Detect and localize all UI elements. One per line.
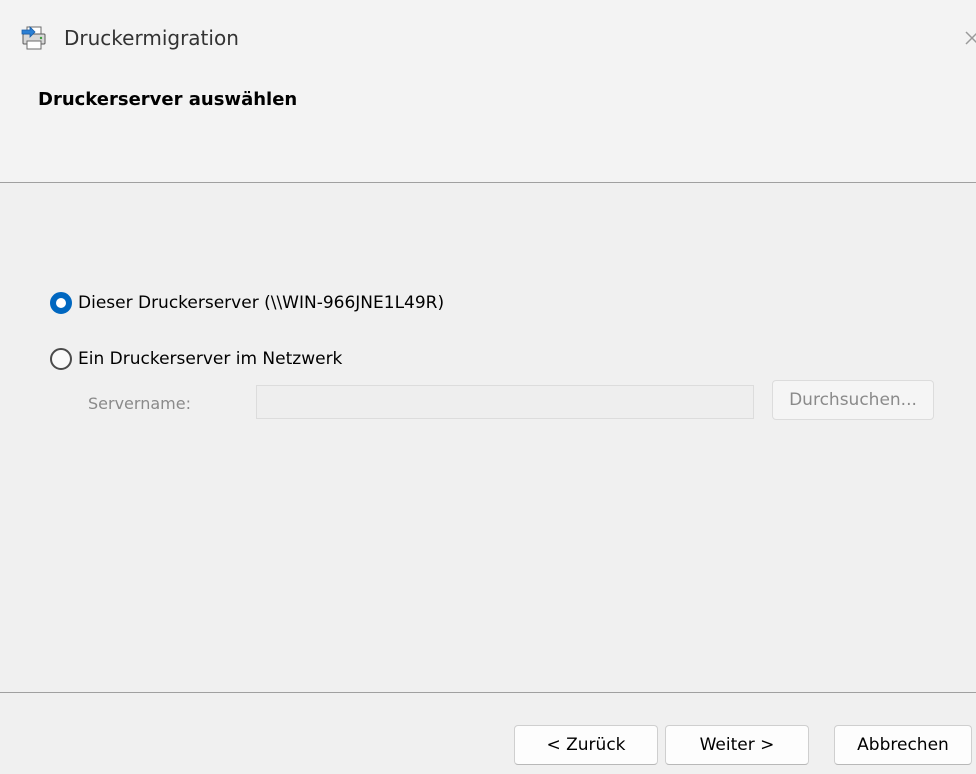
servername-input[interactable] xyxy=(256,385,754,419)
page-title: Druckerserver auswählen xyxy=(38,89,298,110)
network-server-label: Ein Druckerserver im Netzwerk xyxy=(78,349,343,369)
local-server-radio[interactable] xyxy=(50,292,72,314)
browse-button[interactable]: Durchsuchen... xyxy=(772,380,934,420)
back-button[interactable]: < Zurück xyxy=(514,725,658,765)
network-server-radio[interactable] xyxy=(50,348,72,370)
cancel-button[interactable]: Abbrechen xyxy=(834,725,972,765)
servername-label: Servername: xyxy=(88,394,191,413)
printer-migration-icon xyxy=(21,26,46,50)
network-server-option[interactable]: Ein Druckerserver im Netzwerk xyxy=(50,345,342,373)
wizard-header: Druckerserver auswählen xyxy=(0,76,976,183)
next-button[interactable]: Weiter > xyxy=(665,725,809,765)
close-icon[interactable] xyxy=(952,18,976,58)
local-server-label: Dieser Druckerserver (\\WIN-966JNE1L49R) xyxy=(78,293,445,313)
wizard-footer: < Zurück Weiter > Abbrechen xyxy=(0,693,976,774)
wizard-window: Druckermigration Druckerserver auswählen… xyxy=(0,0,976,774)
title-bar: Druckermigration xyxy=(0,0,976,76)
local-server-option[interactable]: Dieser Druckerserver (\\WIN-966JNE1L49R) xyxy=(50,289,444,317)
window-title: Druckermigration xyxy=(64,26,239,50)
wizard-content: Dieser Druckerserver (\\WIN-966JNE1L49R)… xyxy=(0,183,976,692)
